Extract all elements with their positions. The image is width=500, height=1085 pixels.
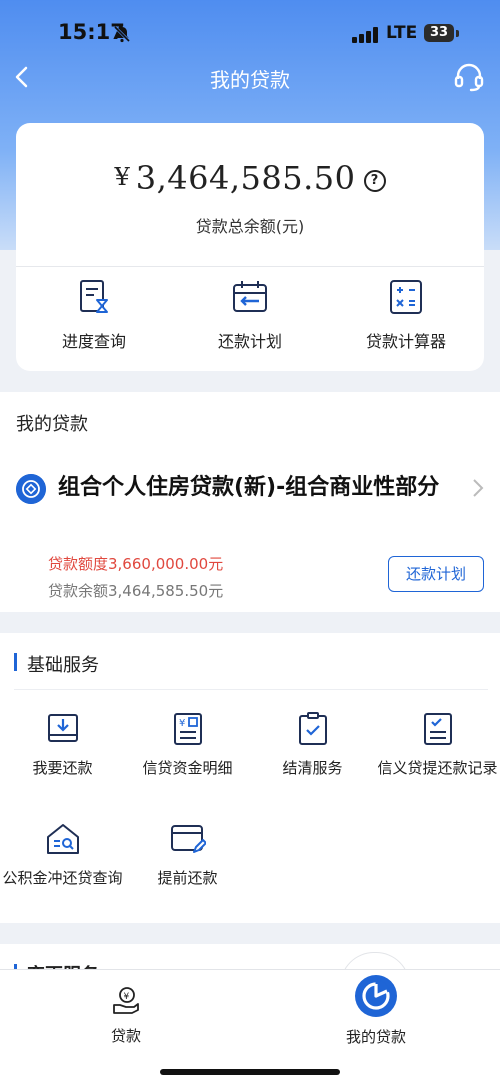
headset-icon[interactable] [452, 60, 486, 94]
progress-query-icon [80, 280, 108, 313]
home-indicator [160, 1069, 340, 1075]
tab-my-loans-label: 我的贷款 [345, 1028, 406, 1046]
progress-query-label: 进度查询 [61, 332, 126, 351]
tab-bar: ¥ 贷款 我的贷款 [0, 969, 500, 1085]
card-edit-icon [170, 825, 206, 853]
fund-detail-icon: ¥ [173, 713, 202, 745]
clipboard-check-icon [298, 712, 327, 745]
section-accent-bar [14, 653, 17, 671]
xinyi-loan-record-label: 信义贷提还款记录 [377, 759, 498, 777]
page-title: 我的贷款 [210, 68, 290, 92]
housing-fund-query-label: 公积金冲还贷查询 [2, 869, 123, 887]
loan-calculator-label: 贷款计算器 [365, 332, 446, 351]
chevron-right-icon[interactable] [470, 476, 486, 500]
svg-text:¥: ¥ [124, 992, 130, 1002]
xinyi-loan-record-button[interactable]: 信义贷提还款记录 [375, 711, 500, 779]
repayment-plan-label: 还款计划 [217, 332, 282, 351]
battery-cap [456, 30, 459, 37]
svg-text:¥: ¥ [179, 718, 185, 729]
repay-icon [47, 714, 78, 742]
early-repayment-label: 提前还款 [157, 869, 218, 887]
calculator-icon [390, 280, 422, 314]
question-icon[interactable]: ? [363, 170, 386, 192]
nav-bar: 我的贷款 [0, 56, 500, 100]
basic-services-title: 基础服务 [27, 655, 99, 676]
repay-now-button[interactable]: 我要还款 [0, 711, 125, 779]
loan-calculator-button[interactable]: 贷款计算器 [328, 278, 484, 352]
total-balance-label: 贷款总余额(元) [195, 217, 305, 236]
my-loans-title: 我的贷款 [16, 414, 88, 435]
battery-icon: 33 [424, 24, 454, 42]
fund-detail-button[interactable]: ¥ 信贷资金明细 [125, 711, 250, 779]
housing-fund-icon [46, 824, 79, 854]
fund-detail-label: 信贷资金明细 [142, 759, 233, 777]
settlement-service-button[interactable]: 结清服务 [250, 711, 375, 779]
bell-mute-icon [113, 25, 131, 43]
total-balance-amount: 3,464,585.50 [135, 159, 356, 197]
housing-fund-query-button[interactable]: 公积金冲还贷查询 [0, 821, 125, 889]
my-loans-section: 我的贷款 组合个人住房贷款(新)-组合商业性部分 贷款额度3,660,000.0… [0, 392, 500, 612]
loan-repayment-plan-button[interactable]: 还款计划 [388, 556, 484, 592]
currency-symbol: ¥ [114, 163, 130, 191]
pie-chart-icon [355, 975, 397, 1017]
divider [16, 266, 484, 267]
repay-now-label: 我要还款 [32, 759, 93, 777]
loan-balance: 贷款余额3,464,585.50元 [48, 582, 224, 600]
divider [14, 689, 488, 690]
tab-loan-label: 贷款 [110, 1027, 141, 1045]
early-repayment-button[interactable]: 提前还款 [125, 821, 250, 889]
basic-services-section: 基础服务 我要还款 ¥ 信贷资金明细 结清服务 信义贷提还款记录 公积金冲还贷查… [0, 633, 500, 923]
tab-my-loans[interactable]: 我的贷款 [316, 974, 436, 1047]
loan-badge-icon [16, 474, 46, 504]
loan-name[interactable]: 组合个人住房贷款(新)-组合商业性部分 [58, 472, 468, 504]
calendar-icon [233, 281, 267, 312]
repayment-plan-button[interactable]: 还款计划 [172, 278, 328, 352]
loan-hand-icon: ¥ [113, 987, 139, 1014]
loan-limit: 贷款额度3,660,000.00元 [48, 555, 224, 573]
network-type: LTE [386, 23, 418, 43]
total-amount-row: ¥3,464,585.50? [16, 159, 484, 197]
signal-icon [352, 27, 378, 43]
tab-loan[interactable]: ¥ 贷款 [66, 985, 186, 1046]
record-icon [423, 713, 452, 745]
loan-summary-card: ¥3,464,585.50? 贷款总余额(元) 进度查询 还款计划 贷款计算器 [16, 123, 484, 371]
progress-query-button[interactable]: 进度查询 [16, 278, 172, 352]
settlement-service-label: 结清服务 [282, 759, 343, 777]
